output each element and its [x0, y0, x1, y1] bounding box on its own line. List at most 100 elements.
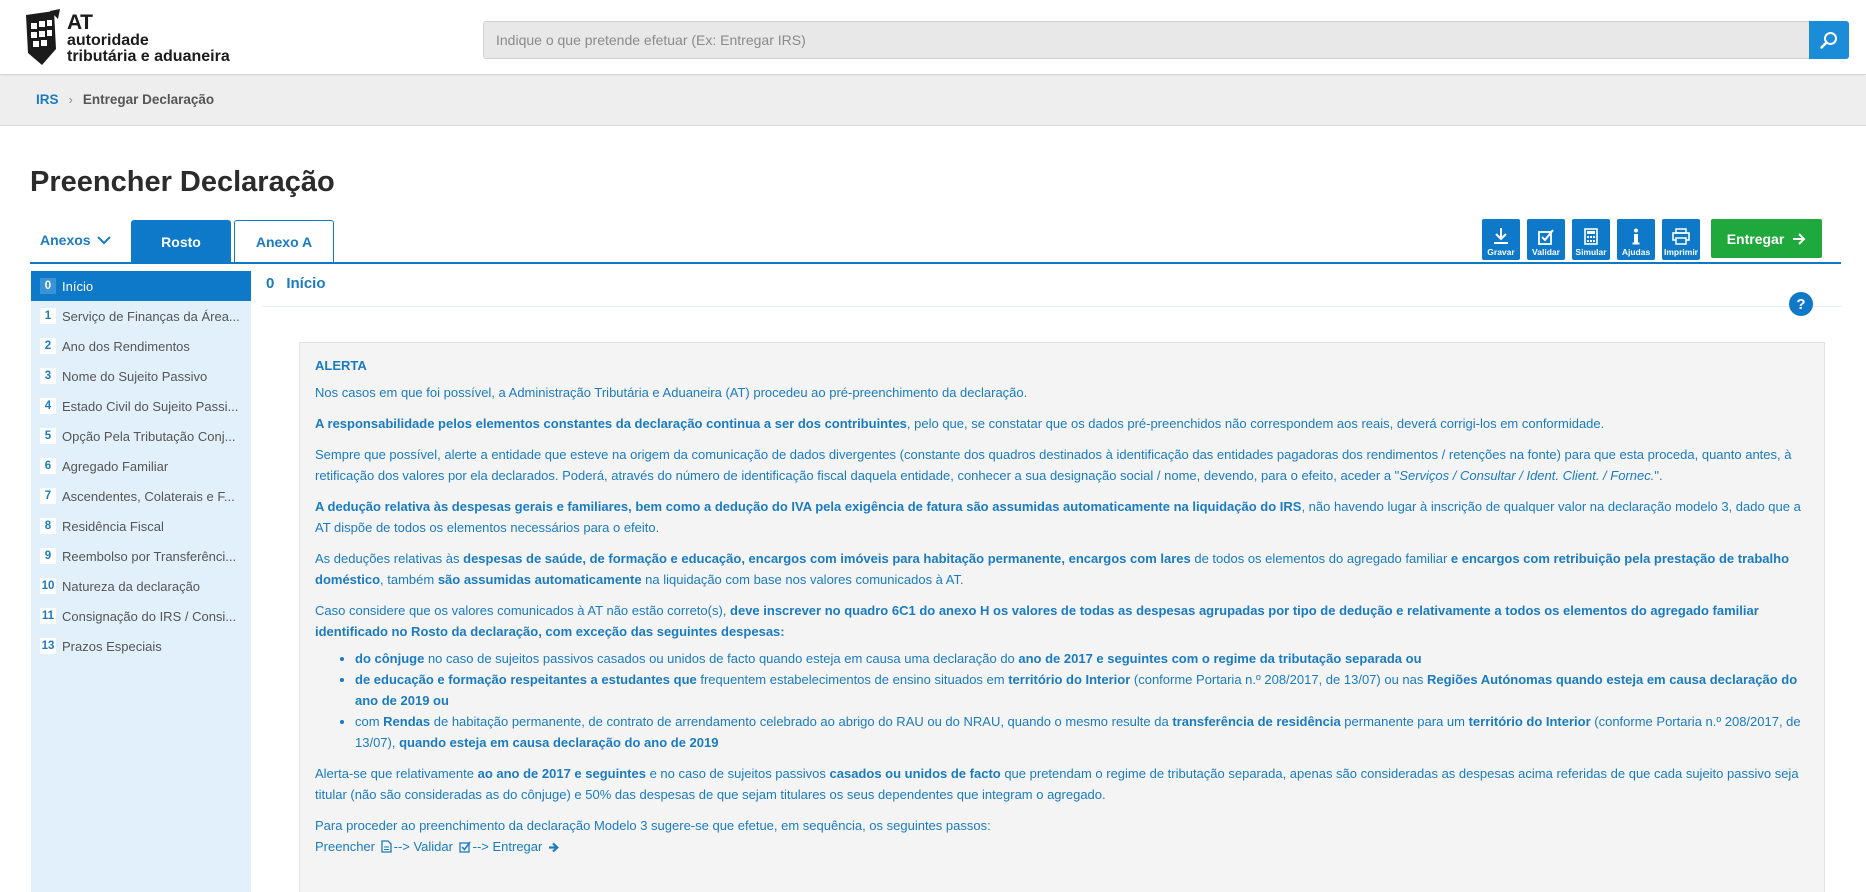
sidebar-item-label: Agregado Familiar [62, 458, 169, 474]
sidebar-item-prazos-especiais[interactable]: 13 Prazos Especiais [31, 631, 251, 661]
simular-label: Simular [1575, 247, 1607, 257]
sidebar-item-estado-civil[interactable]: 4 Estado Civil do Sujeito Passi... [31, 391, 251, 421]
step-entregar: --> Entregar [472, 839, 543, 854]
alert-bold: do cônjuge [355, 651, 425, 666]
sidebar-item-num: 2 [40, 338, 56, 354]
alert-paragraph: As deduções relativas às despesas de saú… [315, 548, 1809, 590]
sidebar-item-ascendentes[interactable]: 7 Ascendentes, Colaterais e F... [31, 481, 251, 511]
sidebar-item-ano-rendimentos[interactable]: 2 Ano dos Rendimentos [31, 331, 251, 361]
sidebar-item-num: 9 [40, 548, 56, 564]
sidebar-item-label: Reembolso por Transferênci... [62, 548, 237, 564]
alert-text: e no caso de sujeitos passivos [645, 766, 830, 781]
validar-button[interactable]: Validar [1527, 219, 1565, 260]
alert-text: (conforme Portaria n.º 208/2017, de 13/0… [1130, 672, 1427, 687]
sidebar-item-nome-sujeito[interactable]: 3 Nome do Sujeito Passivo [31, 361, 251, 391]
top-header: AT autoridade tributária e aduaneira [0, 0, 1866, 75]
alert-text: de todos os elementos do agregado famili… [1190, 551, 1451, 566]
alert-bold: casados ou unidos de facto [829, 766, 1001, 781]
search-button[interactable] [1809, 21, 1849, 59]
sidebar-item-consignacao[interactable]: 11 Consignação do IRS / Consi... [31, 601, 251, 631]
sidebar-item-num: 5 [40, 428, 56, 444]
at-logo[interactable]: AT autoridade tributária e aduaneira [22, 9, 242, 67]
alert-text: no caso de sujeitos passivos casados ou … [424, 651, 1019, 666]
sidebar-item-num: 11 [40, 608, 56, 624]
sidebar-item-label: Consignação do IRS / Consi... [62, 608, 237, 624]
alert-bold: ao ano de 2017 e seguintes [477, 766, 646, 781]
check-square-icon [1538, 229, 1554, 245]
validar-label: Validar [1532, 247, 1560, 257]
sidebar-item-label: Natureza da declaração [62, 578, 201, 594]
simular-button[interactable]: Simular [1572, 219, 1610, 260]
alert-box: ALERTA Nos casos em que foi possível, a … [299, 342, 1825, 892]
arrow-right-icon [1793, 232, 1806, 245]
sidebar-item-label: Prazos Especiais [62, 638, 162, 654]
info-icon [1632, 228, 1640, 245]
alert-text: Para proceder ao preenchimento da declar… [315, 818, 991, 833]
alert-bold: são assumidas automaticamente [437, 572, 642, 587]
help-icon[interactable]: ? [1789, 292, 1813, 316]
list-item: do cônjuge no caso de sujeitos passivos … [355, 648, 1809, 669]
breadcrumb-bar: IRS › Entregar Declaração [0, 76, 1866, 126]
chevron-down-icon [96, 235, 111, 244]
alert-bold: território do Interior [1008, 672, 1131, 687]
imprimir-button[interactable]: Imprimir [1662, 219, 1700, 260]
file-icon [380, 838, 392, 859]
sidebar-item-label: Serviço de Finanças da Área... [62, 308, 240, 324]
alert-paragraph: A dedução relativa às despesas gerais e … [315, 496, 1809, 538]
alert-bold: território do Interior [1468, 714, 1591, 729]
alert-paragraph: Caso considere que os valores comunicado… [315, 600, 1809, 642]
alert-title: ALERTA [315, 358, 367, 373]
search-icon [1820, 32, 1837, 49]
sidebar-item-opcao-tributacao[interactable]: 5 Opção Pela Tributação Conj... [31, 421, 251, 451]
anexos-label: Anexos [40, 232, 91, 248]
alert-italic-link: Serviços / Consultar / Ident. Client. / … [1399, 468, 1655, 483]
sidebar-item-agregado-familiar[interactable]: 6 Agregado Familiar [31, 451, 251, 481]
step-preencher: Preencher [315, 839, 375, 854]
search-input[interactable] [484, 22, 1810, 58]
download-icon [1494, 228, 1508, 244]
sidebar-item-label: Residência Fiscal [62, 518, 164, 534]
alert-bold: transferência de residência [1172, 714, 1341, 729]
check-square-icon [458, 838, 471, 859]
alert-bold: ano de 2017 e seguintes com o regime da … [1018, 651, 1422, 666]
section-label: Início [286, 275, 326, 292]
sidebar-item-servico-financas[interactable]: 1 Serviço de Finanças da Área... [31, 301, 251, 331]
sidebar-item-label: Estado Civil do Sujeito Passi... [62, 398, 239, 414]
logo-at: AT [67, 11, 93, 34]
entregar-label: Entregar [1726, 230, 1785, 247]
tab-anexo-a[interactable]: Anexo A [234, 220, 334, 262]
printer-icon [1672, 228, 1690, 245]
chevron-right-icon: › [68, 92, 73, 107]
sidebar-item-reembolso[interactable]: 9 Reembolso por Transferênci... [31, 541, 251, 571]
ajudas-button[interactable]: Ajudas [1617, 219, 1655, 260]
alert-paragraph: Para proceder ao preenchimento da declar… [315, 815, 1809, 836]
logo-line2: tributária e aduaneira [67, 48, 230, 65]
gravar-button[interactable]: Gravar [1482, 219, 1520, 260]
calculator-icon [1584, 228, 1598, 245]
sidebar-item-label: Ascendentes, Colaterais e F... [62, 488, 235, 504]
breadcrumb-current: Entregar Declaração [82, 92, 215, 107]
sidebar-item-num: 8 [40, 518, 56, 534]
entregar-button[interactable]: Entregar [1711, 219, 1822, 258]
steps-line: Preencher --> Validar --> Entregar [315, 836, 1809, 859]
list-item: de educação e formação respeitantes a es… [355, 669, 1809, 711]
sidebar-item-residencia-fiscal[interactable]: 8 Residência Fiscal [31, 511, 251, 541]
sidebar-item-num: 13 [40, 638, 56, 654]
alert-text: Nos casos em que foi possível, a Adminis… [315, 385, 1028, 400]
sidebar-item-natureza[interactable]: 10 Natureza da declaração [31, 571, 251, 601]
arrow-right-icon [548, 838, 559, 859]
alert-bold: de educação e formação respeitantes a es… [355, 672, 697, 687]
sidebar-item-inicio[interactable]: 0 Início [31, 271, 251, 301]
tab-rosto[interactable]: Rosto [131, 220, 231, 262]
logo-line1: autoridade [67, 32, 149, 49]
alert-paragraph: Alerta-se que relativamente ao ano de 20… [315, 763, 1809, 805]
section-divider [262, 306, 1842, 307]
sidebar-item-num: 1 [40, 308, 56, 324]
breadcrumb-irs[interactable]: IRS [36, 92, 59, 107]
sidebar-item-label: Início [62, 278, 94, 294]
anexos-dropdown[interactable]: Anexos [40, 232, 111, 248]
sidebar-item-num: 6 [40, 458, 56, 474]
alert-bold: Rendas [383, 714, 431, 729]
search-bar [483, 21, 1849, 59]
page-title: Preencher Declaração [30, 166, 335, 198]
